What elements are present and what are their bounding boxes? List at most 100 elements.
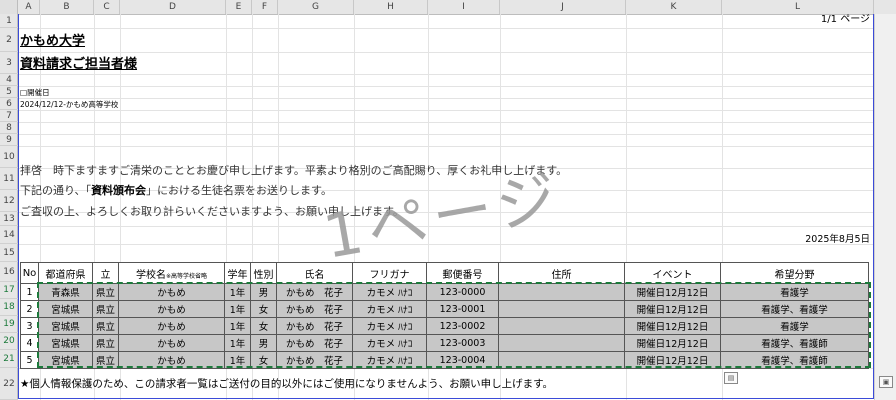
paste-options-icon[interactable]: ▤ [724, 372, 738, 384]
column-header-f[interactable]: F [252, 0, 278, 14]
cell-address[interactable] [498, 283, 625, 301]
header-school[interactable]: 学校名※高等学校省略 [118, 262, 225, 284]
header-gender[interactable]: 性別 [250, 262, 277, 284]
cell-zip[interactable]: 123-0004 [426, 351, 499, 369]
cell-grade[interactable]: 1年 [224, 300, 251, 318]
cell-type[interactable]: 県立 [92, 283, 119, 301]
column-header-d[interactable]: D [120, 0, 226, 14]
cell-event[interactable]: 開催日12月12日 [624, 317, 721, 335]
cell-zip[interactable]: 123-0002 [426, 317, 499, 335]
row-header[interactable]: 1 [0, 14, 18, 28]
header-kana[interactable]: フリガナ [352, 262, 427, 284]
row-header[interactable]: 18 [0, 299, 18, 316]
cell-wish[interactable]: 看護学、看護学 [720, 300, 869, 318]
row-header[interactable]: 11 [0, 168, 18, 190]
row-header[interactable]: 3 [0, 52, 18, 74]
cell-name[interactable]: かもめ 花子 [276, 283, 353, 301]
row-header[interactable]: 4 [0, 74, 18, 86]
cell-pref[interactable]: 青森県 [38, 283, 93, 301]
row-header[interactable]: 10 [0, 146, 18, 168]
vertical-scroll-area[interactable]: ▣ [874, 14, 896, 400]
cell-wish[interactable]: 看護学、看護師 [720, 351, 869, 369]
cell-grade[interactable]: 1年 [224, 317, 251, 335]
cell-address[interactable] [498, 334, 625, 352]
cell-pref[interactable]: 宮城県 [38, 300, 93, 318]
cell-event[interactable]: 開催日12月12日 [624, 334, 721, 352]
cell-gender[interactable]: 男 [250, 283, 277, 301]
cell-address[interactable] [498, 351, 625, 369]
cell-address[interactable] [498, 300, 625, 318]
cell-type[interactable]: 県立 [92, 334, 119, 352]
cell-gender[interactable]: 女 [250, 300, 277, 318]
row-header[interactable]: 15 [0, 244, 18, 262]
column-header-g[interactable]: G [278, 0, 354, 14]
column-header-c[interactable]: C [94, 0, 120, 14]
column-header-i[interactable]: I [428, 0, 500, 14]
cell-no[interactable]: 5 [20, 351, 39, 369]
cell-type[interactable]: 県立 [92, 317, 119, 335]
cell-pref[interactable]: 宮城県 [38, 317, 93, 335]
cell-school[interactable]: かもめ [118, 300, 225, 318]
row-header[interactable]: 5 [0, 86, 18, 98]
cell-no[interactable]: 4 [20, 334, 39, 352]
cell-school[interactable]: かもめ [118, 334, 225, 352]
cell-name[interactable]: かもめ 花子 [276, 317, 353, 335]
cell-school[interactable]: かもめ [118, 351, 225, 369]
worksheet-grid[interactable]: 1/1 ページ かもめ大学 資料請求ご担当者様 □開催日 2024/12/12-… [18, 14, 874, 400]
header-wish[interactable]: 希望分野 [720, 262, 869, 284]
column-header-a[interactable]: A [18, 0, 40, 14]
cell-kana[interactable]: カモメ ﾊﾅｺ [352, 334, 427, 352]
cell-event[interactable]: 開催日12月12日 [624, 283, 721, 301]
row-header[interactable]: 17 [0, 282, 18, 299]
cell-wish[interactable]: 看護学、看護師 [720, 334, 869, 352]
cell-name[interactable]: かもめ 花子 [276, 334, 353, 352]
cell-address[interactable] [498, 317, 625, 335]
cell-name[interactable]: かもめ 花子 [276, 300, 353, 318]
cell-event[interactable]: 開催日12月12日 [624, 351, 721, 369]
cell-pref[interactable]: 宮城県 [38, 334, 93, 352]
column-header-e[interactable]: E [226, 0, 252, 14]
cell-zip[interactable]: 123-0003 [426, 334, 499, 352]
column-header-h[interactable]: H [354, 0, 428, 14]
cell-grade[interactable]: 1年 [224, 283, 251, 301]
cell-gender[interactable]: 女 [250, 317, 277, 335]
row-header[interactable]: 8 [0, 122, 18, 134]
row-header[interactable]: 9 [0, 134, 18, 146]
header-type[interactable]: 立 [92, 262, 119, 284]
row-header[interactable]: 19 [0, 316, 18, 333]
row-header[interactable]: 21 [0, 350, 18, 368]
cell-kana[interactable]: カモメ ﾊﾅｺ [352, 351, 427, 369]
cell-grade[interactable]: 1年 [224, 351, 251, 369]
cell-type[interactable]: 県立 [92, 351, 119, 369]
column-header-l[interactable]: L [722, 0, 874, 14]
row-header[interactable]: 7 [0, 110, 18, 122]
cell-zip[interactable]: 123-0001 [426, 300, 499, 318]
header-event[interactable]: イベント [624, 262, 721, 284]
cell-wish[interactable]: 看護学 [720, 283, 869, 301]
cell-no[interactable]: 3 [20, 317, 39, 335]
cell-event[interactable]: 開催日12月12日 [624, 300, 721, 318]
select-all-corner[interactable] [0, 0, 18, 14]
column-header-b[interactable]: B [40, 0, 94, 14]
cell-gender[interactable]: 女 [250, 351, 277, 369]
header-pref[interactable]: 都道府県 [38, 262, 93, 284]
cell-kana[interactable]: カモメ ﾊﾅｺ [352, 300, 427, 318]
row-header[interactable]: 12 [0, 190, 18, 212]
header-grade[interactable]: 学年 [224, 262, 251, 284]
cell-school[interactable]: かもめ [118, 283, 225, 301]
cell-no[interactable]: 2 [20, 300, 39, 318]
cell-pref[interactable]: 宮城県 [38, 351, 93, 369]
header-zip[interactable]: 郵便番号 [426, 262, 499, 284]
row-header[interactable]: 2 [0, 28, 18, 52]
cell-school[interactable]: かもめ [118, 317, 225, 335]
cell-no[interactable]: 1 [20, 283, 39, 301]
column-header-j[interactable]: J [500, 0, 626, 14]
cell-zip[interactable]: 123-0000 [426, 283, 499, 301]
cell-grade[interactable]: 1年 [224, 334, 251, 352]
cell-kana[interactable]: カモメ ﾊﾅｺ [352, 283, 427, 301]
row-header[interactable]: 14 [0, 226, 18, 244]
row-header[interactable]: 22 [0, 368, 18, 400]
cell-wish[interactable]: 看護学 [720, 317, 869, 335]
row-header[interactable]: 6 [0, 98, 18, 110]
header-no[interactable]: No [20, 262, 39, 284]
